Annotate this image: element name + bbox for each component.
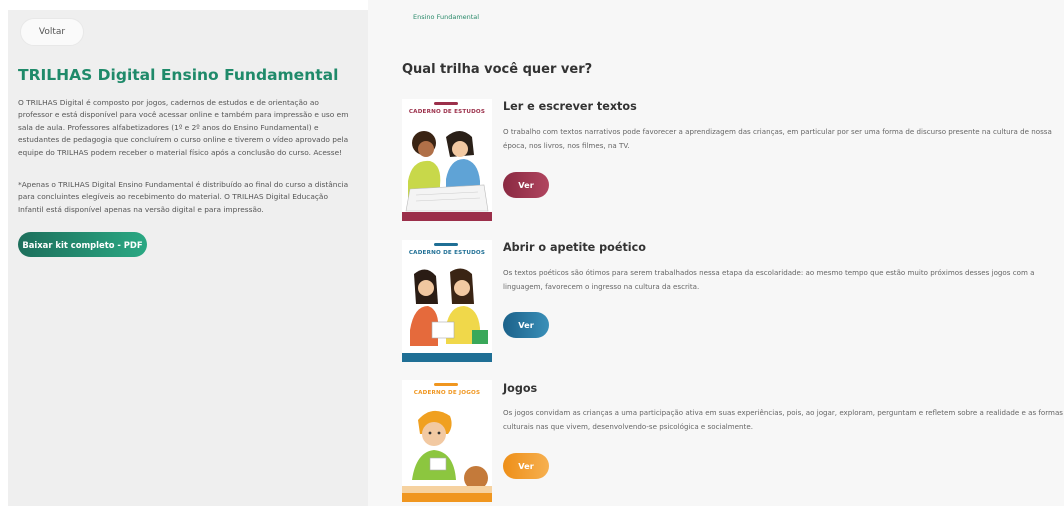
back-button[interactable]: Voltar [20, 18, 84, 46]
trails-heading: Qual trilha você quer ver? [402, 62, 593, 77]
cover-image-jogos[interactable]: CADERNO DE JOGOS [402, 380, 492, 502]
cover-tab [434, 102, 458, 105]
note-paragraph: *Apenas o TRILHAS Digital Ensino Fundame… [18, 180, 349, 214]
cover-title: CADERNO DE ESTUDOS [408, 250, 486, 256]
trail-description: Os textos poéticos são ótimos para serem… [503, 268, 1035, 291]
right-panel: Ensino Fundamental Qual trilha você quer… [368, 0, 1064, 506]
cover-image-ler-escrever[interactable]: CADERNO DE ESTUDOS [402, 99, 492, 221]
intro-paragraph: O TRILHAS Digital é composto por jogos, … [18, 98, 349, 157]
trail-title: Jogos [503, 382, 538, 395]
breadcrumb[interactable]: Ensino Fundamental [413, 13, 479, 21]
ver-button[interactable]: Ver [503, 453, 549, 479]
ver-button[interactable]: Ver [503, 172, 549, 198]
cover-title: CADERNO DE JOGOS [413, 390, 481, 396]
cover-tab [434, 243, 458, 246]
child-playing-illustration [402, 400, 492, 495]
trail-title: Ler e escrever textos [503, 100, 637, 113]
page-title: TRILHAS Digital Ensino Fundamental [18, 66, 339, 84]
children-writing-illustration [402, 119, 492, 214]
trail-title: Abrir o apetite poético [503, 241, 646, 254]
left-panel: Voltar TRILHAS Digital Ensino Fundamenta… [8, 10, 368, 506]
cover-title: CADERNO DE ESTUDOS [408, 109, 486, 115]
cover-bar [402, 212, 492, 221]
cover-tab [434, 383, 458, 386]
ver-button[interactable]: Ver [503, 312, 549, 338]
children-reading-illustration [402, 260, 492, 355]
trail-description: O trabalho com textos narrativos pode fa… [503, 127, 1052, 150]
cover-bar [402, 493, 492, 502]
trail-description: Os jogos convidam as crianças a uma part… [503, 408, 1063, 431]
cover-image-apetite-poetico[interactable]: CADERNO DE ESTUDOS [402, 240, 492, 362]
cover-bar [402, 353, 492, 362]
download-kit-button[interactable]: Baixar kit completo - PDF [18, 232, 147, 257]
